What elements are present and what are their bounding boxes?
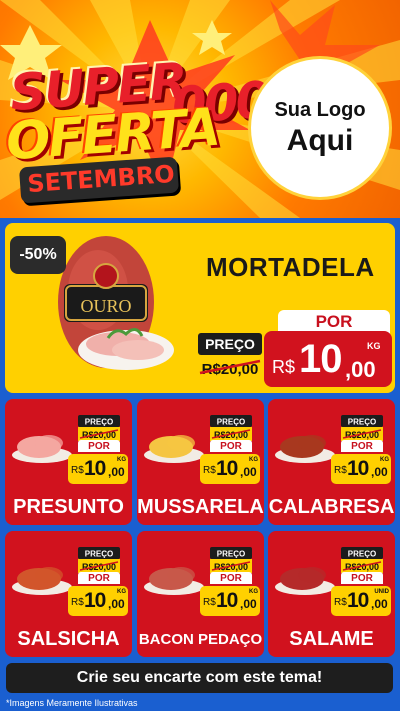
- product-card[interactable]: PREÇO R$20,00 POR R$ 10,00 UNID SALAME: [268, 531, 395, 657]
- price-decimal: ,00: [108, 465, 125, 479]
- price-decimal: ,00: [108, 597, 125, 611]
- old-price-tag: PREÇOR$20,00: [78, 415, 120, 441]
- discount-badge: -50%: [10, 236, 66, 274]
- old-price-tag: PREÇOR$20,00: [341, 415, 383, 441]
- old-price-tag: PREÇOR$20,00: [210, 547, 252, 573]
- por-label: POR: [78, 572, 120, 584]
- product-price: R$ 10,00 KG: [200, 454, 260, 484]
- product-card[interactable]: PREÇO R$20,00 POR R$ 10,00 KG SALSICHA: [5, 531, 132, 657]
- por-label: POR: [341, 572, 383, 584]
- old-price-tag: PREÇOR$20,00: [78, 547, 120, 573]
- brand-label: OURO: [80, 296, 131, 316]
- por-label: POR: [210, 440, 252, 452]
- old-price-tag: PREÇOR$20,00: [210, 415, 252, 441]
- product-image: [144, 435, 204, 463]
- logo-text-line2: Aqui: [286, 123, 354, 157]
- preco-label: PREÇO: [205, 336, 255, 352]
- old-price-tag: PREÇOR$20,00: [341, 547, 383, 573]
- price-unit: UNID: [374, 589, 389, 595]
- currency-symbol: R$: [71, 597, 84, 608]
- product-card[interactable]: PREÇO R$20,00 POR R$ 10,00 KG CALABRESA: [268, 399, 395, 525]
- por-label: POR: [78, 440, 120, 452]
- preco-label: PREÇO: [348, 550, 376, 559]
- product-name: SALSICHA: [17, 628, 120, 650]
- header-banner: SUPER 000 OFERTA SETEMBRO Sua Logo Aqui: [0, 0, 400, 218]
- price-integer: 10: [84, 457, 106, 480]
- preco-label: PREÇO: [217, 550, 245, 559]
- price-integer: 10: [216, 589, 238, 612]
- product-price: R$ 10,00 UNID: [331, 586, 391, 616]
- mortadela-image: OURO: [58, 236, 174, 370]
- price-decimal: ,00: [345, 357, 376, 382]
- product-name: SALAME: [289, 628, 374, 650]
- por-label: POR: [341, 440, 383, 452]
- preco-label: PREÇO: [348, 418, 376, 427]
- product-name: PRESUNTO: [13, 496, 124, 518]
- product-image: [275, 567, 335, 595]
- price-integer: 10: [347, 589, 369, 612]
- price-integer: 10: [216, 457, 238, 480]
- create-flyer-button[interactable]: Crie seu encarte com este tema!: [6, 663, 393, 693]
- product-image: [12, 567, 72, 595]
- old-price-tag: PREÇO R$20,00: [198, 333, 262, 379]
- price-decimal: ,00: [240, 597, 257, 611]
- price-decimal: ,00: [371, 465, 388, 479]
- price-integer: 10: [84, 589, 106, 612]
- product-card[interactable]: PREÇO R$20,00 POR R$ 10,00 KG BACON PEDAÇO: [137, 531, 264, 657]
- price-unit: KG: [367, 341, 381, 351]
- price-unit: KG: [117, 589, 126, 595]
- currency-symbol: R$: [334, 465, 347, 476]
- price-integer: 10: [347, 457, 369, 480]
- currency-symbol: R$: [272, 357, 296, 377]
- currency-symbol: R$: [71, 465, 84, 476]
- por-label: POR: [210, 572, 252, 584]
- product-card[interactable]: PREÇO R$20,00 POR R$ 10,00 KG MUSSARELA: [137, 399, 264, 525]
- preco-label: PREÇO: [85, 550, 113, 559]
- product-price: R$ 10,00 KG: [200, 586, 260, 616]
- price-decimal: ,00: [240, 465, 257, 479]
- product-image: [275, 435, 335, 463]
- currency-symbol: R$: [203, 465, 216, 476]
- logo-placeholder[interactable]: Sua Logo Aqui: [251, 59, 389, 197]
- disclaimer-text: *Imagens Meramente Ilustrativas: [6, 698, 138, 708]
- currency-symbol: R$: [203, 597, 216, 608]
- preco-label: PREÇO: [85, 418, 113, 427]
- product-card[interactable]: PREÇO R$20,00 POR R$ 10,00 KG PRESUNTO: [5, 399, 132, 525]
- currency-symbol: R$: [334, 597, 347, 608]
- price-decimal: ,00: [371, 597, 388, 611]
- price-unit: KG: [249, 457, 258, 463]
- price-unit: KG: [117, 457, 126, 463]
- product-price: R$ 10,00 KG: [68, 586, 128, 616]
- product-name: CALABRESA: [268, 496, 395, 518]
- logo-text-line1: Sua Logo: [274, 98, 366, 121]
- product-image: [144, 567, 204, 595]
- price-integer: 10: [299, 337, 342, 381]
- featured-product-name: MORTADELA: [206, 252, 375, 282]
- product-price: R$ 10,00 KG: [68, 454, 128, 484]
- product-name: BACON PEDAÇO: [138, 631, 263, 648]
- product-image: [12, 435, 72, 463]
- price-unit: KG: [380, 457, 389, 463]
- price-unit: KG: [249, 589, 258, 595]
- preco-label: PREÇO: [217, 418, 245, 427]
- featured-price: R$ 10 ,00 KG: [264, 331, 392, 387]
- product-price: R$ 10,00 KG: [331, 454, 391, 484]
- product-name: MUSSARELA: [137, 496, 264, 518]
